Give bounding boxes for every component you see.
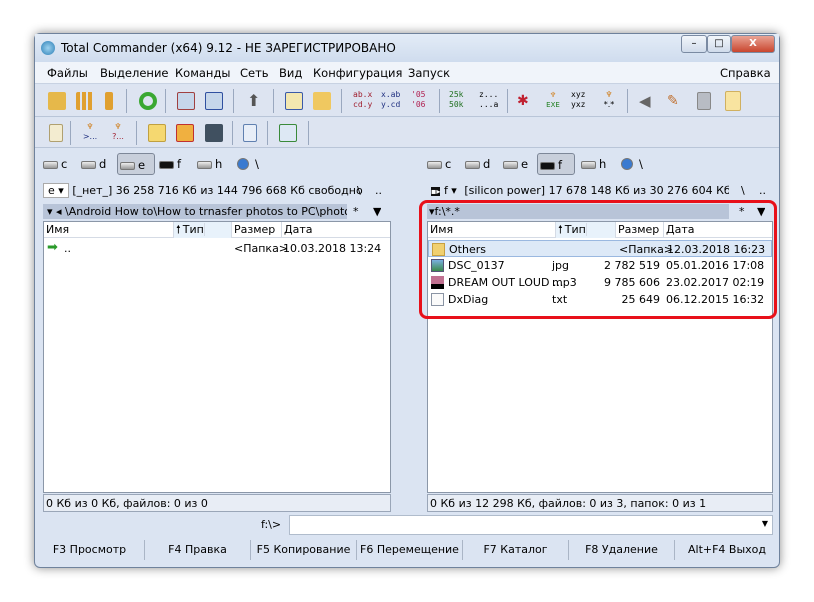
menu-bar: Файлы Выделение Команды Сеть Вид Конфигу… <box>35 62 779 84</box>
cmd-prompt: f:\> <box>261 518 282 531</box>
up-arrow-icon: ➡ <box>47 240 58 255</box>
menu-launch[interactable]: Запуск <box>408 66 450 80</box>
drive-h-button[interactable]: h <box>579 153 606 175</box>
window-title: Total Commander (x64) 9.12 - НЕ ЗАРЕГИСТ… <box>61 41 396 55</box>
right-drive-info: ▪▸ f ▾ [silicon power] 17 678 148 Кб из … <box>427 182 729 200</box>
function-key-bar: F3 Просмотр F4 Правка F5 Копирование F6 … <box>35 540 779 562</box>
back-icon[interactable]: ◀ <box>639 92 657 110</box>
title-bar: Total Commander (x64) 9.12 - НЕ ЗАРЕГИСТ… <box>35 34 779 62</box>
f4-edit-button[interactable]: F4 Правка <box>145 540 251 560</box>
altf4-exit-button[interactable]: Alt+F4 Выход <box>675 540 779 560</box>
drive-bar: c d e f h \ c d e f h \ <box>35 150 779 178</box>
sort-name-icon[interactable]: ab.x cd.y <box>353 90 377 109</box>
brief-view-icon[interactable] <box>76 92 94 110</box>
column-date[interactable]: Дата <box>282 222 390 238</box>
left-hotlist-button[interactable]: ▼ <box>373 204 381 219</box>
full-view-icon[interactable] <box>105 92 113 110</box>
url-icon[interactable] <box>205 92 223 110</box>
tools-icon[interactable]: ✎ <box>667 92 685 110</box>
f8-delete-button[interactable]: F8 Удаление <box>569 540 675 560</box>
left-history-button[interactable]: * <box>353 204 359 219</box>
left-status: 0 Кб из 0 Кб, файлов: 0 из 0 <box>43 494 391 512</box>
menu-files[interactable]: Файлы <box>47 66 88 80</box>
main-window: Total Commander (x64) 9.12 - НЕ ЗАРЕГИСТ… <box>34 33 780 568</box>
network-root-button[interactable]: \ <box>619 153 643 175</box>
right-drive-select[interactable]: ▪▸ f ▾ <box>427 184 461 197</box>
main-toolbar: ⬆ ab.x cd.y x.ab y.cd '05'06 25k 50k z.....… <box>35 85 779 117</box>
f6-move-button[interactable]: F6 Перемещение <box>357 540 463 560</box>
secondary-toolbar: ♆ >... ♆?... <box>35 118 779 148</box>
right-root-button[interactable]: \ <box>741 182 745 200</box>
filter-cmd-icon[interactable]: ♆ >... <box>81 122 99 141</box>
menu-configuration[interactable]: Конфигурация <box>313 66 402 80</box>
left-path-bar[interactable]: ▾ ◂ \Android How to\How to trnasfer phot… <box>43 204 347 219</box>
all-files-icon[interactable]: ♆ *.* <box>599 90 619 109</box>
f3-view-button[interactable]: F3 Просмотр <box>35 540 145 560</box>
menu-help[interactable]: Справка <box>720 66 771 80</box>
drive-d-button[interactable]: d <box>79 153 106 175</box>
left-drive-select[interactable]: e ▾ <box>43 183 69 198</box>
drive-bar-right: c d e f h \ <box>425 153 785 175</box>
f5-copy-button[interactable]: F5 Копирование <box>251 540 357 560</box>
column-size[interactable]: Размер <box>232 222 282 238</box>
left-up-button[interactable]: .. <box>375 182 382 200</box>
chevron-down-icon[interactable]: ▼ <box>762 519 768 528</box>
drive-bar-left: c d e f h \ <box>41 153 401 175</box>
drive-d-button[interactable]: d <box>463 153 490 175</box>
left-root-button[interactable]: \ <box>357 182 361 200</box>
menu-selection[interactable]: Выделение <box>100 66 169 80</box>
left-file-list[interactable]: Имя 🠕 Тип Размер Дата ➡ .. <Папка> 10.03.… <box>43 221 391 493</box>
network-root-button[interactable]: \ <box>235 153 259 175</box>
minimize-button[interactable]: – <box>681 35 707 53</box>
view-icon[interactable] <box>243 124 257 142</box>
parent-dir-icon[interactable]: ⬆ <box>247 92 265 110</box>
refresh-icon[interactable] <box>139 92 157 110</box>
table-row[interactable]: ➡ .. <Папка> 10.03.2018 13:24 <box>44 240 390 257</box>
column-type[interactable]: 🠕 Тип <box>174 222 232 238</box>
menu-commands[interactable]: Команды <box>175 66 230 80</box>
left-drive-info: e ▾ [_нет_] 36 258 716 Кб из 144 796 668… <box>43 182 391 200</box>
script-icon[interactable] <box>49 124 63 142</box>
drive-f-button[interactable]: f <box>537 153 575 175</box>
sort-ext-icon[interactable]: x.ab y.cd <box>381 90 405 109</box>
calculator-icon[interactable] <box>697 92 711 110</box>
multirename-icon[interactable]: ✱ <box>517 92 535 110</box>
right-status: 0 Кб из 12 298 Кб, файлов: 0 из 3, папок… <box>427 494 773 512</box>
drive-e-button[interactable]: e <box>501 153 528 175</box>
f7-mkdir-button[interactable]: F7 Каталог <box>463 540 569 560</box>
tree-left-icon[interactable] <box>285 92 303 110</box>
app-icon <box>41 41 55 55</box>
sync-icon[interactable] <box>279 124 297 142</box>
remote-icon[interactable] <box>205 124 223 142</box>
sort-date-icon[interactable]: '05'06 <box>411 90 431 109</box>
sort-reverse-icon[interactable]: xyz yxz <box>571 90 591 109</box>
sort-unsorted-icon[interactable]: z... ...a <box>479 90 501 109</box>
sort-size-icon[interactable]: 25k 50k <box>449 90 471 109</box>
menu-view[interactable]: Вид <box>279 66 302 80</box>
notepad-icon[interactable] <box>725 91 741 111</box>
highlight-frame <box>419 200 777 319</box>
close-button[interactable]: X <box>731 35 775 53</box>
drive-h-button[interactable]: h <box>195 153 222 175</box>
right-up-button[interactable]: .. <box>759 182 766 200</box>
drive-c-button[interactable]: c <box>41 153 67 175</box>
drive-c-button[interactable]: c <box>425 153 451 175</box>
ftp-icon[interactable] <box>177 92 195 110</box>
menu-network[interactable]: Сеть <box>240 66 269 80</box>
network-icon[interactable] <box>48 92 66 110</box>
command-line-input[interactable]: ▼ <box>289 515 773 535</box>
filter-query-icon[interactable]: ♆?... <box>109 122 127 141</box>
column-name[interactable]: Имя <box>44 222 174 238</box>
maximize-button[interactable]: □ <box>707 35 731 53</box>
exe-filter-icon[interactable]: ♆ EXE <box>543 90 563 109</box>
new-folder-icon[interactable] <box>148 124 166 142</box>
drive-f-button[interactable]: f <box>157 153 181 175</box>
drive-e-button[interactable]: e <box>117 153 155 175</box>
pack-icon[interactable] <box>176 124 194 142</box>
tree-icon[interactable] <box>313 92 331 110</box>
